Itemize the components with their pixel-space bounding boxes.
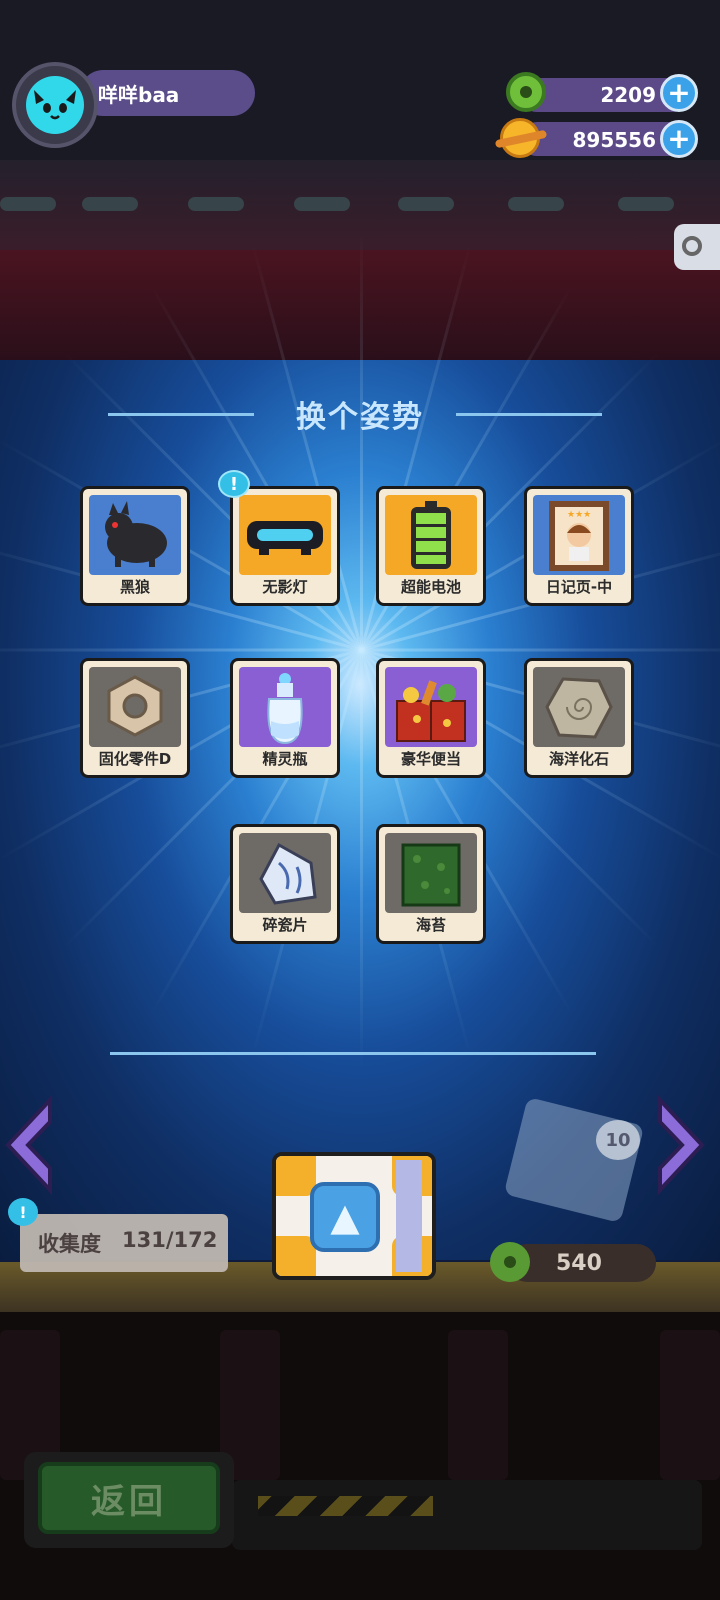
stage-light	[82, 197, 138, 211]
item-card-label: 固化零件D	[98, 750, 172, 768]
light-ray	[360, 650, 363, 1070]
stage-light	[398, 197, 454, 211]
draw-cost-value: 540	[556, 1251, 602, 1276]
item-card[interactable]: 超能电池	[376, 486, 486, 606]
player-name: 咩咩baa	[98, 83, 180, 107]
chevron-left-icon	[5, 1094, 52, 1196]
item-card-label: 无影灯	[262, 578, 308, 596]
item-card-label: 日记页-中	[545, 578, 613, 596]
spirit-bottle-icon	[239, 667, 331, 751]
coin-balance-value: 2209	[600, 83, 656, 107]
item-card-label: 豪华便当	[400, 750, 461, 768]
avatar[interactable]	[26, 76, 84, 134]
item-card-art-bg	[533, 667, 625, 747]
diary-page-portrait-icon: ★★★	[533, 495, 625, 579]
black-wolf-icon	[89, 495, 181, 579]
golden-planet-coin-icon	[494, 118, 548, 158]
next-arrow-button[interactable]	[654, 1090, 710, 1200]
item-card-label: 超能电池	[400, 578, 461, 596]
cat-face-icon	[34, 90, 76, 120]
item-card-art-bg	[89, 667, 181, 747]
ocean-fossil-icon	[533, 667, 625, 751]
item-card-art-bg	[385, 833, 477, 913]
prev-arrow-button[interactable]	[0, 1090, 56, 1200]
light-ray	[360, 230, 363, 650]
collection-value: 131/172	[122, 1228, 218, 1252]
new-item-badge: !	[218, 470, 250, 498]
item-card[interactable]: 无影灯	[230, 486, 340, 606]
hex-nut-icon	[89, 667, 181, 751]
item-card-label: 精灵瓶	[262, 750, 308, 768]
item-card-label: 黑狼	[119, 578, 150, 596]
side-menu-tab[interactable]	[674, 224, 720, 270]
stage-light	[508, 197, 564, 211]
item-card[interactable]: ★★★ 日记页-中	[524, 486, 634, 606]
gold-balance-value: 895556	[572, 128, 657, 152]
stage-light	[294, 197, 350, 211]
triangle-emblem-icon: ▲	[310, 1182, 380, 1252]
deluxe-bento-icon	[385, 667, 477, 751]
item-card[interactable]: 碎瓷片	[230, 824, 340, 944]
clip-icon	[682, 236, 702, 256]
item-card-art-bg	[385, 667, 477, 747]
add-coins-button[interactable]: +	[660, 74, 698, 112]
add-gold-button[interactable]: +	[660, 120, 698, 158]
item-card-label: 碎瓷片	[262, 916, 308, 934]
next-box-count: 10	[596, 1120, 640, 1160]
item-card[interactable]: 黑狼	[80, 486, 190, 606]
item-card[interactable]: 精灵瓶	[230, 658, 340, 778]
battery-icon	[385, 495, 477, 579]
item-card-art-bg	[89, 495, 181, 575]
light-ray	[361, 648, 720, 652]
collection-alert-badge: !	[8, 1198, 38, 1226]
green-donut-coin-icon	[490, 1242, 530, 1282]
stage-light	[188, 197, 244, 211]
green-donut-coin-icon	[506, 72, 546, 112]
seaweed-icon	[385, 833, 477, 917]
item-card-label: 海洋化石	[548, 750, 609, 768]
shadowless-lamp-icon	[239, 495, 331, 579]
item-card-art-bg	[239, 833, 331, 913]
stage-light	[0, 197, 56, 211]
item-card-art-bg	[385, 495, 477, 575]
item-card-art-bg: ★★★	[533, 495, 625, 575]
chest-band	[396, 1160, 422, 1272]
chevron-right-icon	[658, 1094, 705, 1196]
svg-text:★★★: ★★★	[567, 510, 591, 520]
item-card[interactable]: 海洋化石	[524, 658, 634, 778]
item-card[interactable]: 固化零件D	[80, 658, 190, 778]
light-ray	[0, 648, 362, 652]
item-card-art-bg	[239, 667, 331, 747]
item-card[interactable]: 豪华便当	[376, 658, 486, 778]
stage-light	[618, 197, 674, 211]
porcelain-shard-icon	[239, 833, 331, 917]
collection-label: 收集度	[38, 1232, 101, 1256]
item-card[interactable]: 海苔	[376, 824, 486, 944]
item-card-label: 海苔	[415, 916, 446, 934]
dim-overlay	[0, 1312, 720, 1600]
panel-title: 换个姿势	[296, 400, 424, 435]
item-card-art-bg	[239, 495, 331, 575]
panel-bottom-divider	[110, 1052, 596, 1055]
